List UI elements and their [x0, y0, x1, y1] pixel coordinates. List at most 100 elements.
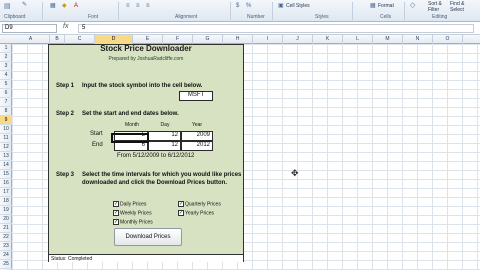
- format-painter-icon[interactable]: ✎: [22, 2, 27, 9]
- column-header-f[interactable]: F: [163, 35, 193, 44]
- row-header-13[interactable]: 13: [0, 152, 12, 161]
- font-color-icon[interactable]: A: [74, 3, 78, 10]
- row-header-25[interactable]: 25: [0, 260, 12, 269]
- align-left-icon[interactable]: ≡: [126, 3, 130, 10]
- column-header-g[interactable]: G: [193, 35, 223, 44]
- align-right-icon[interactable]: ≡: [146, 3, 150, 10]
- ribbon-separator: [352, 2, 353, 20]
- row-header-18[interactable]: 18: [0, 197, 12, 206]
- step3-instructions: Select the time intervals for which you …: [82, 172, 242, 186]
- insert-function-icon[interactable]: fx: [63, 23, 68, 30]
- row-header-23[interactable]: 23: [0, 242, 12, 251]
- column-header-k[interactable]: K: [313, 35, 343, 44]
- download-prices-button[interactable]: Download Prices: [114, 228, 182, 246]
- checkbox-label: Monthly Prices: [120, 219, 153, 226]
- ribbon: ▤ ✎ Clipboard ▦ ◆ A Font ≡ ≡ ≡ Alignment…: [0, 0, 480, 22]
- date-range-summary: From 5/12/2009 to 6/12/2012: [117, 153, 195, 159]
- column-header-l[interactable]: L: [343, 35, 373, 44]
- row-header-14[interactable]: 14: [0, 161, 12, 170]
- checkmark-icon: ✓: [178, 210, 184, 216]
- row-header-24[interactable]: 24: [0, 251, 12, 260]
- alignment-group-label: Alignment: [175, 14, 198, 20]
- format-icon[interactable]: ▦: [370, 3, 376, 10]
- column-header-n[interactable]: N: [403, 35, 433, 44]
- column-header-d[interactable]: D: [95, 35, 133, 44]
- borders-icon[interactable]: ▦: [50, 3, 56, 10]
- editing-group-label: Editing: [432, 14, 448, 20]
- formula-bar: D9 fx 5: [0, 22, 480, 35]
- row-header-3[interactable]: 3: [0, 62, 12, 71]
- row-header-1[interactable]: 1: [0, 44, 12, 53]
- paste-icon[interactable]: ▤: [4, 3, 11, 10]
- number-group-label: Number: [247, 14, 265, 20]
- quarterly-prices-checkbox[interactable]: ✓ Quarterly Prices: [178, 201, 221, 208]
- symbol-input[interactable]: MSFT: [179, 91, 213, 101]
- cell-styles-button[interactable]: Cell Styles: [286, 3, 310, 9]
- currency-icon[interactable]: $: [236, 3, 239, 10]
- formula-input[interactable]: 5: [78, 24, 474, 33]
- row-header-9[interactable]: 9: [0, 116, 12, 125]
- row-header-11[interactable]: 11: [0, 134, 12, 143]
- font-group-label: Font: [88, 14, 99, 20]
- day-header: Day: [160, 122, 170, 128]
- mouse-cursor-icon: ✥: [291, 168, 299, 178]
- monthly-prices-checkbox[interactable]: ✓ Monthly Prices: [113, 219, 153, 226]
- end-year-input[interactable]: 2012: [181, 141, 213, 151]
- step1-label: Step 1: [56, 83, 75, 89]
- column-header-i[interactable]: I: [253, 35, 283, 44]
- styles-group-label: Styles: [315, 14, 329, 20]
- ribbon-separator: [118, 2, 119, 20]
- sort-filter-button[interactable]: Sort & Filter: [428, 1, 442, 13]
- byline: Prepared by JoshuaRadcliffe.com: [108, 56, 184, 62]
- checkmark-icon: ✓: [113, 210, 119, 216]
- align-center-icon[interactable]: ≡: [136, 3, 140, 10]
- column-header-e[interactable]: E: [133, 35, 163, 44]
- start-year-input[interactable]: 2009: [181, 131, 213, 141]
- column-header-h[interactable]: H: [223, 35, 253, 44]
- ribbon-separator: [404, 2, 405, 20]
- daily-prices-checkbox[interactable]: ✓ Daily Prices: [113, 201, 146, 208]
- fill-color-icon[interactable]: ◆: [62, 3, 67, 10]
- step1-instructions: Input the stock symbol into the cell bel…: [82, 83, 203, 89]
- start-day-input[interactable]: 12: [148, 131, 181, 141]
- checkmark-icon: ✓: [113, 219, 119, 225]
- column-header-o[interactable]: O: [433, 35, 463, 44]
- row-header-22[interactable]: 22: [0, 233, 12, 242]
- row-header-15[interactable]: 15: [0, 170, 12, 179]
- row-header-20[interactable]: 20: [0, 215, 12, 224]
- row-header-12[interactable]: 12: [0, 143, 12, 152]
- row-header-19[interactable]: 19: [0, 206, 12, 215]
- find-select-button[interactable]: Find & Select: [450, 1, 464, 13]
- column-header-a[interactable]: A: [12, 35, 50, 44]
- row-header-2[interactable]: 2: [0, 53, 12, 62]
- end-day-input[interactable]: 12: [148, 141, 181, 151]
- row-header-8[interactable]: 8: [0, 107, 12, 116]
- name-box[interactable]: D9: [2, 24, 57, 33]
- row-header-6[interactable]: 6: [0, 89, 12, 98]
- percent-icon[interactable]: %: [246, 3, 251, 10]
- row-header-17[interactable]: 17: [0, 188, 12, 197]
- step2-instructions: Set the start and end dates below.: [82, 111, 179, 117]
- row-header-4[interactable]: 4: [0, 71, 12, 80]
- row-header-7[interactable]: 7: [0, 98, 12, 107]
- row-header-16[interactable]: 16: [0, 179, 12, 188]
- row-header-5[interactable]: 5: [0, 80, 12, 89]
- row-header-10[interactable]: 10: [0, 125, 12, 134]
- format-button[interactable]: Format: [378, 3, 394, 9]
- cell-styles-icon[interactable]: ▣: [278, 3, 284, 10]
- column-header-j[interactable]: J: [283, 35, 313, 44]
- year-header: Year: [191, 122, 203, 128]
- column-header-m[interactable]: M: [373, 35, 403, 44]
- status-text: Status: Completed: [49, 254, 243, 262]
- row-header-21[interactable]: 21: [0, 224, 12, 233]
- yearly-prices-checkbox[interactable]: ✓ Yearly Prices: [178, 210, 214, 217]
- clear-icon[interactable]: ◇: [410, 2, 415, 9]
- month-header: Month: [125, 122, 139, 128]
- end-label: End: [92, 142, 103, 148]
- ribbon-separator: [272, 2, 273, 20]
- weekly-prices-checkbox[interactable]: ✓ Weekly Prices: [113, 210, 152, 217]
- sheet-title: Stock Price Downloader: [100, 44, 192, 53]
- column-header-c[interactable]: C: [65, 35, 95, 44]
- column-header-b[interactable]: B: [50, 35, 65, 44]
- ribbon-separator: [42, 2, 43, 20]
